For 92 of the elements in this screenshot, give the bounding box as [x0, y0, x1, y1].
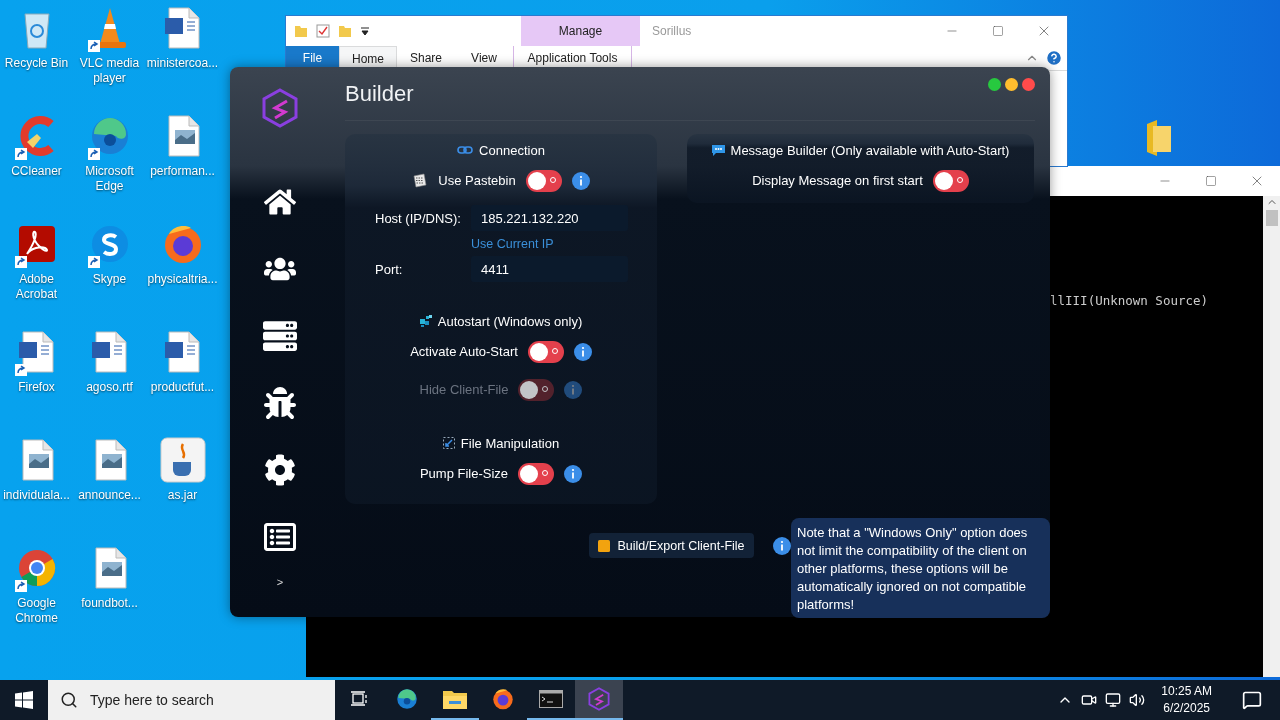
- shortcut-arrow-icon: [87, 148, 100, 160]
- bug-icon[interactable]: [264, 386, 296, 419]
- ribbon-tab[interactable]: View: [455, 46, 513, 70]
- toggle-switch[interactable]: [525, 169, 562, 192]
- expand-sidebar-toggle[interactable]: >: [276, 576, 284, 588]
- terminal-icon[interactable]: [539, 690, 563, 708]
- desktop-icon-label: Adobe Acrobat: [14, 272, 59, 302]
- logo-icon: [587, 687, 611, 711]
- maximize-icon[interactable]: [1205, 175, 1217, 187]
- squares-icon: [419, 315, 432, 327]
- notifications-icon[interactable]: [1242, 690, 1262, 710]
- close-button[interactable]: [1022, 78, 1035, 91]
- minimize-button[interactable]: [1005, 78, 1018, 91]
- info-icon[interactable]: [772, 536, 791, 555]
- option-label: Pump File-Size: [419, 466, 509, 481]
- option-label: Activate Auto-Start: [410, 344, 518, 359]
- use-current-ip-link[interactable]: Use Current IP: [471, 237, 554, 251]
- field-label: Port:: [375, 261, 404, 277]
- text-field[interactable]: 4411: [471, 256, 628, 282]
- info-icon[interactable]: [571, 171, 590, 190]
- search-field[interactable]: Type here to search: [48, 680, 335, 720]
- scroll-thumb[interactable]: [1265, 210, 1278, 226]
- search-icon[interactable]: [60, 691, 78, 709]
- task-view-icon[interactable]: [350, 691, 368, 707]
- shortcut-arrow-icon: [14, 364, 27, 376]
- desktop-icon-label: productfut...: [149, 380, 216, 395]
- section-title: Connection: [479, 142, 545, 158]
- server-icon[interactable]: [263, 318, 297, 353]
- desktop-icon-label: Firefox: [17, 380, 56, 395]
- desktop-icon-label: physicaltria...: [146, 272, 219, 287]
- info-icon[interactable]: [564, 464, 583, 483]
- desktop-icon-label: Google Chrome: [14, 596, 59, 626]
- chat-icon: [711, 144, 725, 156]
- desktop-icon-label: ministercoa...: [146, 56, 219, 71]
- option-label: Display Message on first start: [752, 173, 923, 188]
- desktop-icon-label: announce...: [77, 488, 142, 503]
- text-field[interactable]: 185.221.132.220: [471, 205, 628, 231]
- network-icon[interactable]: [1105, 692, 1122, 708]
- desktop-icon-label: Microsoft Edge: [84, 164, 135, 194]
- maximize-button[interactable]: [988, 78, 1001, 91]
- shortcut-arrow-icon: [14, 580, 27, 592]
- build-export-button[interactable]: Build/Export Client-File: [589, 533, 754, 558]
- tooltip: Note that a "Windows Only" option does not limit the compatibility of the client on other platforms, these options will be automatically ignored on not compatible platforms!: [791, 518, 1050, 618]
- resize-icon: [442, 437, 455, 449]
- option-label: Use Pastebin: [438, 173, 516, 188]
- settings-icon[interactable]: [264, 453, 296, 486]
- option-label: Hide Client-File: [419, 382, 509, 397]
- console-line: llIII(Unknown Source): [1050, 293, 1210, 309]
- logo-icon: [260, 88, 300, 128]
- desktop-icon-label: CCleaner: [10, 164, 63, 179]
- desktop-icon-label: VLC media player: [78, 56, 141, 86]
- context-tab-group: Manage: [521, 16, 640, 46]
- shortcut-arrow-icon: [87, 40, 100, 52]
- desktop-icon-label: foundbot...: [80, 596, 139, 611]
- desktop-icon-label: Recycle Bin: [3, 56, 70, 71]
- section-title: File Manipulation: [460, 435, 560, 451]
- desktop-icon-label: individuala...: [2, 488, 71, 503]
- desktop-icon-label: as.jar: [166, 488, 199, 503]
- ribbon-tab[interactable]: Home: [339, 46, 397, 70]
- dropdown-icon[interactable]: [360, 26, 370, 36]
- clock-time[interactable]: 10:25 AM: [1161, 683, 1212, 700]
- camera-icon[interactable]: [1081, 692, 1098, 708]
- link-icon: [457, 145, 474, 155]
- windows-icon: [15, 691, 33, 709]
- field-label: Host (IP/DNS):: [375, 210, 462, 226]
- shortcut-arrow-icon: [87, 256, 100, 268]
- volume-icon[interactable]: [1129, 692, 1146, 708]
- shortcut-arrow-icon: [14, 148, 27, 160]
- info-icon[interactable]: [573, 342, 592, 361]
- ribbon-tab[interactable]: File: [286, 46, 339, 70]
- maximize-icon[interactable]: [992, 25, 1004, 37]
- notepad-icon: [412, 172, 429, 189]
- shortcut-arrow-icon: [14, 256, 27, 268]
- box-icon: [598, 539, 611, 552]
- folder-icon[interactable]: [442, 688, 468, 710]
- desktop-icon-label: Skype: [91, 272, 128, 287]
- window-title: Sorillus: [651, 23, 693, 40]
- ribbon-tab[interactable]: Share: [397, 46, 455, 70]
- section-title: Message Builder (Only available with Auto-Start): [730, 142, 1010, 158]
- scrollbar[interactable]: [1263, 196, 1280, 677]
- help-icon[interactable]: [1045, 49, 1063, 67]
- toggle-switch[interactable]: [518, 462, 555, 485]
- clock-date[interactable]: 6/2/2025: [1163, 700, 1210, 717]
- checklist-icon[interactable]: [316, 24, 330, 38]
- search-field[interactable]: Type here to search: [88, 691, 312, 709]
- list-icon[interactable]: [264, 520, 296, 553]
- toggle-switch[interactable]: [527, 340, 564, 363]
- toggle-switch[interactable]: [932, 169, 969, 192]
- section-title: Autostart (Windows only): [437, 313, 583, 329]
- page-title: Builder: [345, 80, 414, 107]
- desktop-icon-label: agoso.rtf: [85, 380, 134, 395]
- desktop-icon-label: performan...: [149, 164, 216, 179]
